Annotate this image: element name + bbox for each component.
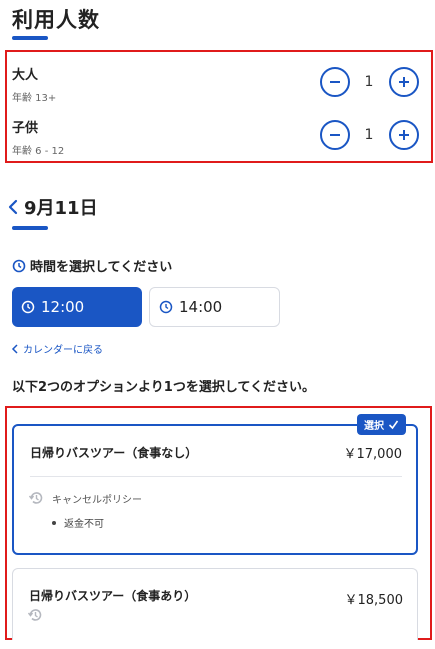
back-to-calendar-label: カレンダーに戻る <box>23 345 103 356</box>
option-price: ￥18,500 <box>344 593 404 608</box>
time-slot-1200[interactable]: 12:00 <box>12 287 142 327</box>
policy-item: 返金不可 <box>52 515 104 530</box>
adult-plus-button[interactable] <box>389 67 419 97</box>
option-name: 日帰りバスツアー（食事あり） <box>29 589 197 603</box>
history-icon <box>28 492 43 504</box>
clock-icon <box>21 300 35 314</box>
bullet <box>52 520 56 525</box>
divider <box>30 476 402 477</box>
selected-badge: 選択 <box>357 414 406 435</box>
check-icon <box>388 420 399 430</box>
back-to-calendar-link[interactable]: カレンダーに戻る <box>11 341 103 356</box>
child-age: 年齢 6 - 12 <box>12 146 65 157</box>
child-count: 1 <box>364 127 374 143</box>
policy-item-text: 返金不可 <box>64 519 104 530</box>
chevron-left-icon <box>11 343 18 354</box>
cancel-policy-label: キャンセルポリシー <box>52 494 142 506</box>
minus-icon <box>330 134 340 136</box>
date-underline <box>12 226 48 230</box>
cancel-policy: キャンセルポリシー <box>28 490 142 506</box>
date-header: 9月11日 <box>6 194 98 220</box>
time-heading-text: 時間を選択してください <box>30 260 173 275</box>
child-minus-button[interactable] <box>320 120 350 150</box>
history-icon <box>27 609 42 621</box>
plus-icon <box>399 130 409 140</box>
option-card-with-meal[interactable]: 日帰りバスツアー（食事あり） ￥18,500 <box>12 568 418 640</box>
option-price: ￥17,000 <box>343 447 403 462</box>
minus-icon <box>330 81 340 83</box>
time-heading: 時間を選択してください <box>12 256 172 275</box>
adult-count: 1 <box>364 74 374 90</box>
clock-icon <box>12 259 26 272</box>
child-plus-button[interactable] <box>389 120 419 150</box>
plus-icon <box>399 77 409 87</box>
adult-age: 年齢 13+ <box>12 93 57 104</box>
selected-date: 9月11日 <box>24 198 98 219</box>
option-name: 日帰りバスツアー（食事なし） <box>30 446 198 460</box>
clock-icon <box>159 300 173 314</box>
selected-badge-label: 選択 <box>364 421 384 432</box>
pax-section-title: 利用人数 <box>12 8 100 32</box>
adult-label: 大人 <box>12 68 39 83</box>
highlight-box-pax <box>5 50 433 163</box>
child-label: 子供 <box>12 121 39 136</box>
title-underline <box>12 36 48 40</box>
time-slot-label: 12:00 <box>41 298 85 316</box>
options-heading: 以下2つのオプションより1つを選択してください。 <box>12 380 316 395</box>
adult-minus-button[interactable] <box>320 67 350 97</box>
chevron-left-icon[interactable] <box>6 198 20 216</box>
time-slot-1400[interactable]: 14:00 <box>149 287 280 327</box>
option-card-no-meal[interactable]: 選択 日帰りバスツアー（食事なし） ￥17,000 キャンセルポリシー 返金不可 <box>12 414 418 555</box>
time-slot-label: 14:00 <box>179 298 223 316</box>
